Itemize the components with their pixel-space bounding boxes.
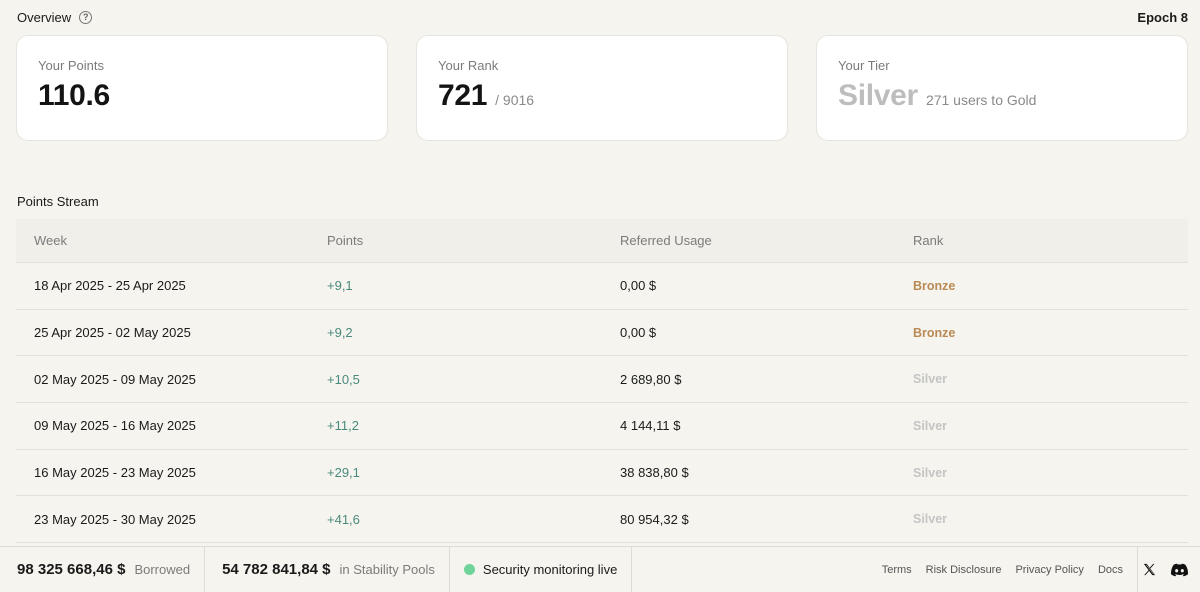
points-cell: +10,5 xyxy=(327,371,360,387)
header-points: Points xyxy=(327,233,364,248)
overview-header: Overview ? Epoch 8 xyxy=(17,7,1188,27)
week-cell: 09 May 2025 - 16 May 2025 xyxy=(34,418,196,434)
table-row: 09 May 2025 - 16 May 2025 +11,2 4 144,11 $… xyxy=(16,403,1188,450)
points-cell: +11,2 xyxy=(327,418,359,434)
footer-divider xyxy=(1137,547,1138,592)
referred-usage-cell: 4 144,11 $ xyxy=(620,418,681,434)
week-cell: 02 May 2025 - 09 May 2025 xyxy=(34,371,196,387)
points-cell: +41,6 xyxy=(327,511,360,527)
terms-link[interactable]: Terms xyxy=(882,564,912,576)
points-card-value: 110.6 xyxy=(38,79,110,112)
overview-title-group: Overview ? xyxy=(17,9,93,25)
x-twitter-icon[interactable] xyxy=(1142,562,1157,577)
points-cell: +9,1 xyxy=(327,278,353,294)
points-card-label: Your Points xyxy=(38,58,105,73)
tier-card: Your Tier Silver 271 users to Gold xyxy=(816,35,1188,141)
table-row: 23 May 2025 - 30 May 2025 +41,6 80 954,32 … xyxy=(16,496,1188,544)
stat-cards: Your Points 110.6 Your Rank 721 / 9016 Y… xyxy=(16,35,1188,141)
rank-cell: Silver xyxy=(913,512,948,527)
borrowed-stat: 98 325 668,46 $ Borrowed xyxy=(0,547,206,592)
table-row: 18 Apr 2025 - 25 Apr 2025 +9,1 0,00 $ Bronz… xyxy=(16,263,1188,310)
referred-usage-cell: 0,00 $ xyxy=(620,278,657,294)
security-status-text: Security monitoring live xyxy=(482,562,618,577)
points-card: Your Points 110.6 xyxy=(16,35,388,141)
social-links xyxy=(1142,562,1200,577)
header-referred-usage: Referred Usage xyxy=(620,233,712,248)
referred-usage-cell: 80 954,32 $ xyxy=(620,511,689,527)
stability-pools-label: in Stability Pools xyxy=(339,562,435,577)
footer-bar: 98 325 668,46 $ Borrowed 54 782 841,84 $… xyxy=(0,546,1200,592)
referred-usage-cell: 38 838,80 $ xyxy=(620,465,689,481)
referred-usage-cell: 0,00 $ xyxy=(620,325,657,341)
table-row: 25 Apr 2025 - 02 May 2025 +9,2 0,00 $ Bronz… xyxy=(16,310,1188,357)
points-cell: +9,2 xyxy=(327,325,353,341)
table-body: 18 Apr 2025 - 25 Apr 2025 +9,1 0,00 $ Bronz… xyxy=(16,263,1188,544)
stability-pools-value: 54 782 841,84 $ xyxy=(222,561,331,578)
tier-card-value: Silver xyxy=(838,79,918,112)
rank-card-label: Your Rank xyxy=(438,58,499,73)
week-cell: 18 Apr 2025 - 25 Apr 2025 xyxy=(34,278,186,294)
rank-card-total: / 9016 xyxy=(495,92,535,108)
week-cell: 23 May 2025 - 30 May 2025 xyxy=(34,511,196,527)
security-status: Security monitoring live xyxy=(450,547,633,592)
rank-cell: Bronze xyxy=(913,325,956,340)
week-cell: 25 Apr 2025 - 02 May 2025 xyxy=(34,325,191,341)
tier-card-next: 271 users to Gold xyxy=(925,92,1037,108)
footer-links: Terms Risk Disclosure Privacy Policy Doc… xyxy=(882,547,1133,592)
rank-cell: Silver xyxy=(913,418,948,433)
rank-cell: Bronze xyxy=(913,278,956,293)
tier-card-label: Your Tier xyxy=(838,58,890,73)
privacy-policy-link[interactable]: Privacy Policy xyxy=(1015,564,1083,576)
table-row: 16 May 2025 - 23 May 2025 +29,1 38 838,80 … xyxy=(16,450,1188,497)
table-row: 02 May 2025 - 09 May 2025 +10,5 2 689,80 $… xyxy=(16,356,1188,404)
points-stream-title: Points Stream xyxy=(17,194,99,209)
table-header: Week Points Referred Usage Rank xyxy=(16,219,1188,263)
stability-pools-stat: 54 782 841,84 $ in Stability Pools xyxy=(205,547,450,592)
points-stream-table: Week Points Referred Usage Rank 18 Apr 2… xyxy=(16,219,1188,544)
discord-icon[interactable] xyxy=(1171,563,1188,577)
header-rank: Rank xyxy=(913,233,944,248)
header-week: Week xyxy=(34,233,67,248)
rank-cell: Silver xyxy=(913,465,948,480)
overview-title: Overview xyxy=(17,9,72,25)
docs-link[interactable]: Docs xyxy=(1098,564,1123,576)
points-cell: +29,1 xyxy=(327,465,360,481)
referred-usage-cell: 2 689,80 $ xyxy=(620,371,682,387)
rank-cell: Silver xyxy=(913,372,948,387)
epoch-label: Epoch 8 xyxy=(1137,9,1188,25)
borrowed-value: 98 325 668,46 $ xyxy=(17,561,126,578)
live-status-dot xyxy=(463,564,475,575)
help-icon[interactable]: ? xyxy=(79,10,93,24)
borrowed-label: Borrowed xyxy=(134,562,191,577)
risk-disclosure-link[interactable]: Risk Disclosure xyxy=(926,564,1002,576)
week-cell: 16 May 2025 - 23 May 2025 xyxy=(34,465,196,481)
rank-card: Your Rank 721 / 9016 xyxy=(416,35,788,141)
rank-card-value: 721 xyxy=(438,79,488,112)
